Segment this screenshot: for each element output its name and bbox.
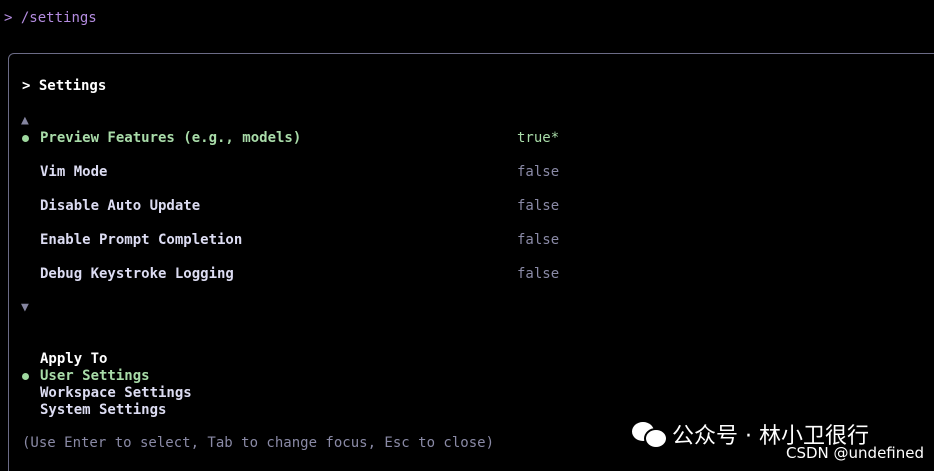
help-hint: (Use Enter to select, Tab to change focu… <box>22 435 495 451</box>
setting-value-preview-features[interactable]: true* <box>517 130 559 146</box>
scope-selection-indicator-icon <box>22 373 29 380</box>
command-text: /settings <box>20 10 97 26</box>
setting-label-preview-features[interactable]: Preview Features (e.g., models) <box>40 130 301 146</box>
prompt-marker: > <box>4 10 13 26</box>
setting-value-enable-prompt-completion[interactable]: false <box>517 232 559 248</box>
scope-option-workspace-settings[interactable]: Workspace Settings <box>40 385 192 401</box>
setting-value-debug-keystroke-logging[interactable]: false <box>517 266 559 282</box>
apply-to-heading: Apply To <box>40 351 108 367</box>
selection-indicator-icon <box>22 135 29 142</box>
watermark-source: CSDN @undefined <box>786 444 925 462</box>
setting-label-enable-prompt-completion[interactable]: Enable Prompt Completion <box>40 232 242 248</box>
setting-label-disable-auto-update[interactable]: Disable Auto Update <box>40 198 200 214</box>
wechat-icon <box>632 420 668 449</box>
dialog-title: > Settings <box>22 78 107 94</box>
command-prompt: > /settings <box>4 10 97 26</box>
scope-option-user-settings[interactable]: User Settings <box>40 368 150 384</box>
setting-label-debug-keystroke-logging[interactable]: Debug Keystroke Logging <box>40 266 234 282</box>
setting-value-disable-auto-update[interactable]: false <box>517 198 559 214</box>
setting-label-vim-mode[interactable]: Vim Mode <box>40 164 107 180</box>
scroll-down-icon[interactable]: ▼ <box>21 300 29 315</box>
scroll-up-icon[interactable]: ▲ <box>21 113 29 128</box>
scope-option-system-settings[interactable]: System Settings <box>40 402 166 418</box>
setting-value-vim-mode[interactable]: false <box>517 164 559 180</box>
